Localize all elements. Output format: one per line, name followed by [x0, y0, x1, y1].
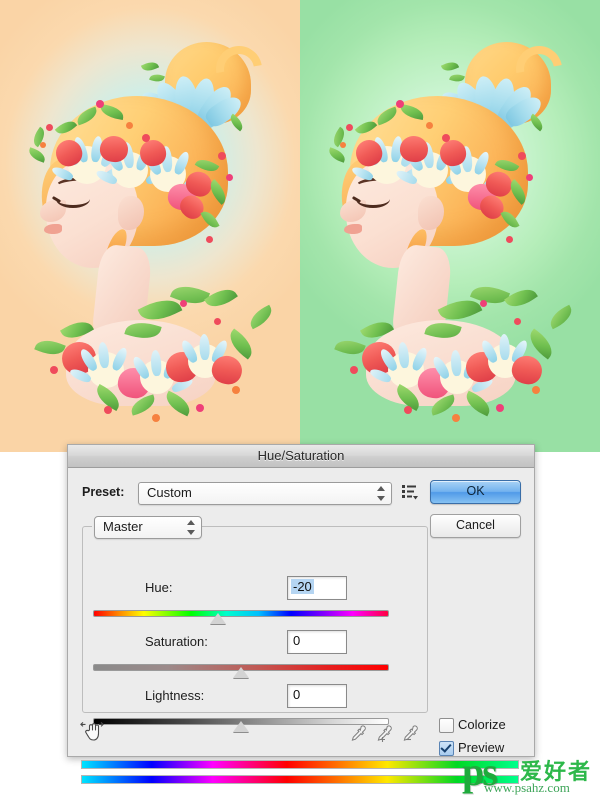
berry: [180, 300, 187, 307]
hue-slider-track[interactable]: [93, 610, 389, 617]
lips: [44, 224, 62, 234]
leaf: [546, 304, 576, 330]
lightness-value: 0: [293, 687, 301, 702]
berry: [350, 366, 358, 374]
leaf: [504, 282, 538, 314]
berry: [226, 174, 233, 181]
hue-value-box[interactable]: -20: [287, 576, 347, 600]
berry: [214, 318, 221, 325]
berry: [532, 386, 540, 394]
leaf: [224, 328, 258, 360]
berry: [506, 236, 513, 243]
berry: [50, 366, 58, 374]
leaf: [527, 113, 546, 132]
berry: [514, 318, 521, 325]
closed-eye: [356, 190, 390, 208]
preview-label: Preview: [458, 740, 505, 755]
leaf: [326, 147, 348, 163]
berry: [126, 122, 133, 129]
berry: [518, 152, 526, 160]
leaf: [204, 282, 238, 314]
updown-stepper-icon[interactable]: [377, 486, 386, 501]
eyedropper-add-icon[interactable]: [374, 724, 394, 744]
preset-value: Custom: [147, 485, 192, 500]
berry: [142, 134, 150, 142]
berry: [104, 406, 112, 414]
artwork-illustration: [0, 0, 300, 452]
berry: [196, 404, 204, 412]
preset-label: Preset:: [82, 485, 125, 499]
berry: [426, 122, 433, 129]
saturation-slider-thumb[interactable]: [233, 667, 249, 678]
leaf: [26, 147, 48, 163]
berry: [452, 414, 460, 422]
berry: [404, 406, 412, 414]
saturation-label: Saturation:: [145, 634, 208, 649]
saturation-value: 0: [293, 633, 301, 648]
scrubby-slider-hand-icon[interactable]: [80, 721, 106, 745]
preview-comparison: [0, 0, 600, 452]
preset-row: Preset: Custom: [82, 482, 422, 505]
berry: [340, 142, 346, 148]
saturation-value-box[interactable]: 0: [287, 630, 347, 654]
lips: [344, 224, 362, 234]
lightness-value-box[interactable]: 0: [287, 684, 347, 708]
leaf: [246, 304, 276, 330]
result-hue-spectrum-bar[interactable]: [81, 775, 519, 784]
colorize-checkbox[interactable]: [439, 718, 454, 733]
hue-saturation-dialog: Hue/Saturation Preset: Custom OK Cancel …: [67, 444, 535, 757]
berry: [96, 100, 104, 108]
closed-eye: [56, 190, 90, 208]
preset-dropdown[interactable]: Custom: [138, 482, 392, 505]
hue-label: Hue:: [145, 580, 173, 595]
cancel-button[interactable]: Cancel: [430, 514, 521, 538]
eyedropper-icon[interactable]: [348, 724, 368, 744]
source-hue-spectrum-bar: [81, 760, 519, 769]
channel-dropdown[interactable]: Master: [94, 516, 202, 539]
dialog-titlebar[interactable]: Hue/Saturation: [68, 445, 534, 468]
daisy-petal: [199, 333, 210, 361]
preview-checkbox[interactable]: [439, 741, 454, 756]
berry: [496, 404, 504, 412]
berry: [526, 174, 533, 181]
hue-shifted-artwork[interactable]: [300, 0, 600, 452]
berry: [152, 414, 160, 422]
colorize-label: Colorize: [458, 717, 506, 732]
channel-value: Master: [103, 519, 143, 534]
watermark-chinese-text: 爱好者: [520, 760, 593, 785]
preset-options-icon[interactable]: [402, 484, 419, 500]
lightness-label: Lightness:: [145, 688, 205, 703]
hue-value: -20: [291, 579, 314, 594]
leaf: [227, 113, 246, 132]
berry: [232, 386, 240, 394]
berry: [396, 100, 404, 108]
dialog-title: Hue/Saturation: [257, 448, 345, 463]
leaf: [440, 59, 460, 74]
original-artwork[interactable]: [0, 0, 300, 452]
lightness-slider-thumb[interactable]: [233, 721, 249, 732]
berry: [218, 152, 226, 160]
leaf: [524, 328, 558, 360]
berry: [442, 134, 450, 142]
ok-button[interactable]: OK: [430, 480, 521, 504]
berry: [346, 124, 353, 131]
berry: [480, 300, 487, 307]
leaf: [140, 59, 160, 74]
dialog-body: Preset: Custom OK Cancel Master Hue: -20…: [68, 468, 534, 756]
berry: [40, 142, 46, 148]
adjustment-group-box: [82, 526, 428, 713]
artwork-illustration-adjusted: [300, 0, 600, 452]
daisy-petal: [499, 333, 510, 361]
berry: [206, 236, 213, 243]
hue-spectrum-bars: [81, 760, 519, 792]
eyedropper-subtract-icon[interactable]: [400, 724, 420, 744]
hue-slider-thumb[interactable]: [210, 613, 226, 624]
berry: [46, 124, 53, 131]
updown-stepper-icon[interactable]: [187, 520, 196, 535]
